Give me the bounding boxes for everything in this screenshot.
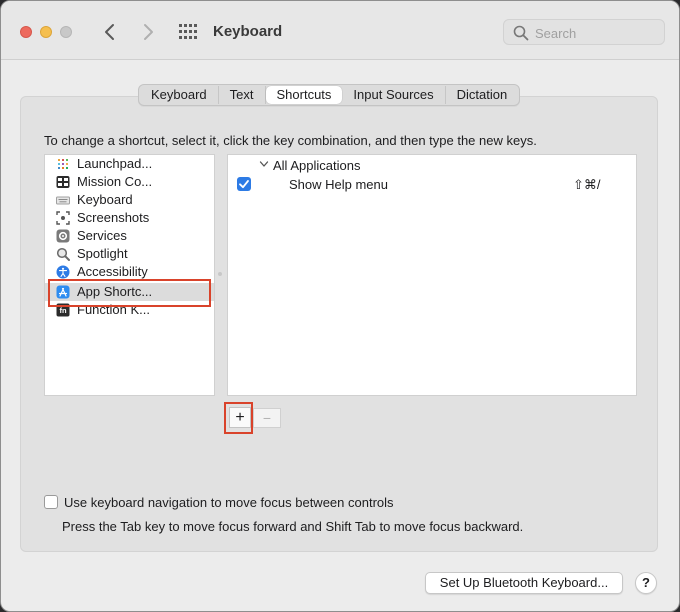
show-all-button[interactable] xyxy=(178,23,198,41)
tab-bar: Keyboard Text Shortcuts Input Sources Di… xyxy=(138,84,521,106)
remove-shortcut-button[interactable]: − xyxy=(253,408,281,428)
category-item-keyboard[interactable]: Keyboard xyxy=(45,191,214,209)
setup-bluetooth-keyboard-button[interactable]: Set Up Bluetooth Keyboard... xyxy=(425,572,623,594)
category-item-launchpad[interactable]: Launchpad... xyxy=(45,155,214,173)
help-button[interactable]: ? xyxy=(635,572,657,594)
splitter-handle[interactable] xyxy=(218,272,222,276)
tab-input-sources[interactable]: Input Sources xyxy=(342,86,446,104)
tab-keyboard[interactable]: Keyboard xyxy=(140,86,219,104)
category-item-spotlight[interactable]: Spotlight xyxy=(45,245,214,263)
preferences-window: Keyboard Search Keyboard Text Shortcuts … xyxy=(0,0,680,612)
checkmark-icon xyxy=(239,180,249,189)
forward-button[interactable] xyxy=(137,21,159,43)
launchpad-icon xyxy=(58,159,68,169)
keyboard-navigation-label[interactable]: Use keyboard navigation to move focus be… xyxy=(64,495,394,510)
shortcut-row[interactable]: Show Help menu ⇧⌘/ xyxy=(237,176,627,194)
search-field[interactable]: Search xyxy=(503,19,665,45)
keyboard-navigation-checkbox[interactable] xyxy=(44,495,58,509)
tab-text[interactable]: Text xyxy=(219,86,266,104)
gear-icon xyxy=(56,229,70,243)
category-item-mission-control[interactable]: Mission Co... xyxy=(45,173,214,191)
accessibility-icon xyxy=(56,265,70,279)
back-button[interactable] xyxy=(99,21,121,43)
shortcut-enabled-checkbox[interactable] xyxy=(237,177,251,191)
close-window-button[interactable] xyxy=(20,26,32,38)
group-label: All Applications xyxy=(273,158,361,173)
category-item-services[interactable]: Services xyxy=(45,227,214,245)
shortcut-label: Show Help menu xyxy=(289,177,388,192)
instructions-text: To change a shortcut, select it, click t… xyxy=(44,133,537,148)
category-list[interactable]: Launchpad... Mission Co... Keyboard Scre… xyxy=(44,154,215,396)
selection-highlight-box xyxy=(48,279,211,307)
chevron-right-icon xyxy=(144,24,153,40)
shortcut-keys[interactable]: ⇧⌘/ xyxy=(573,177,601,193)
minimize-window-button[interactable] xyxy=(40,26,52,38)
group-all-applications[interactable]: All Applications xyxy=(258,157,360,175)
keyboard-icon xyxy=(56,196,70,205)
svg-text:fn: fn xyxy=(59,306,66,315)
magnifier-icon xyxy=(56,247,70,261)
tab-dictation[interactable]: Dictation xyxy=(446,86,519,104)
search-icon xyxy=(513,25,529,41)
category-label: Keyboard xyxy=(77,192,133,207)
add-button-highlight-box xyxy=(224,402,253,434)
chevron-down-icon[interactable] xyxy=(259,159,269,169)
category-label: Mission Co... xyxy=(77,174,153,189)
grid-icon xyxy=(179,24,197,39)
category-label: Screenshots xyxy=(77,210,150,225)
tab-shortcuts[interactable]: Shortcuts xyxy=(265,86,343,104)
zoom-window-button[interactable] xyxy=(60,26,72,38)
search-placeholder: Search xyxy=(535,26,577,41)
mission-control-icon xyxy=(56,176,70,188)
category-label: Launchpad... xyxy=(77,156,153,171)
screenshots-icon xyxy=(56,211,70,225)
titlebar: Keyboard Search xyxy=(1,1,679,60)
category-label: Spotlight xyxy=(77,246,128,261)
window-title: Keyboard xyxy=(213,23,283,40)
category-item-screenshots[interactable]: Screenshots xyxy=(45,209,214,227)
chevron-left-icon xyxy=(105,24,114,40)
keyboard-navigation-help: Press the Tab key to move focus forward … xyxy=(62,519,524,534)
category-label: Services xyxy=(77,228,127,243)
